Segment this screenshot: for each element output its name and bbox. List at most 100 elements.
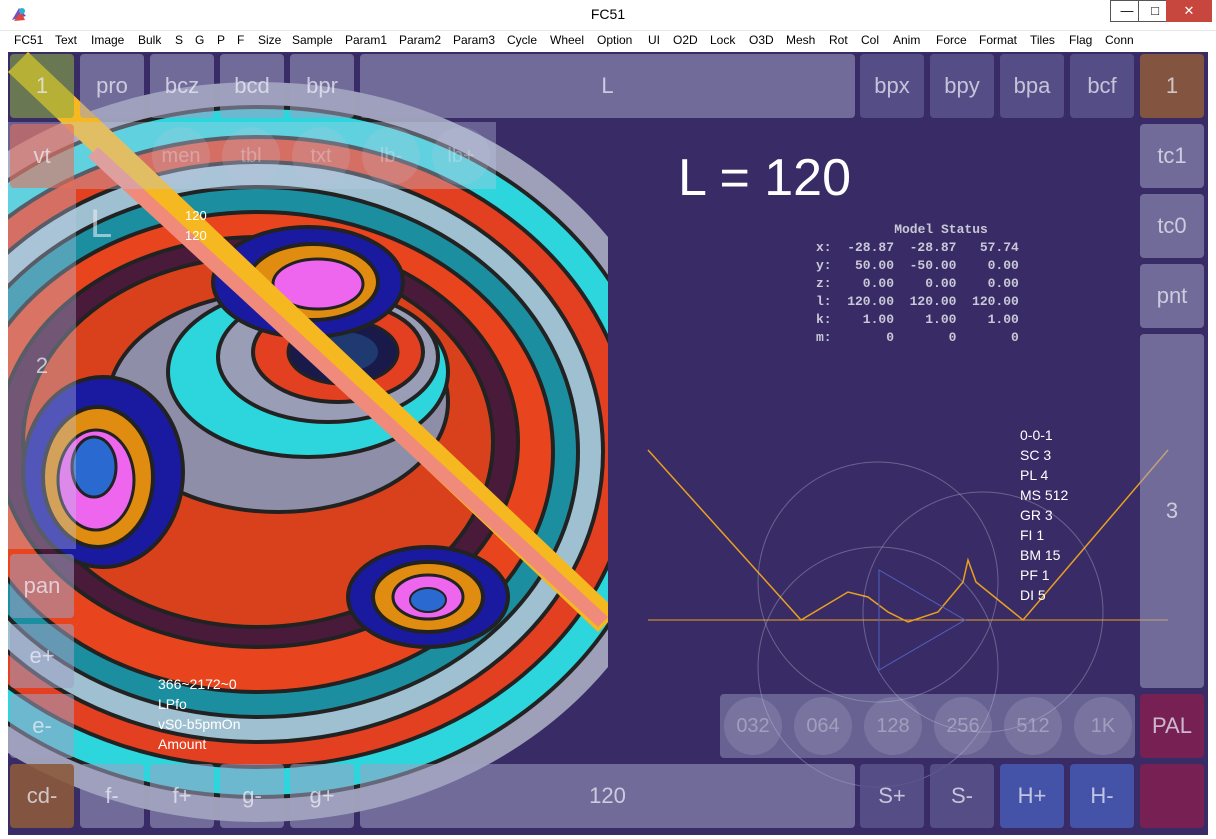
param-item: PF 1 [1020,567,1050,583]
tile-bpa[interactable]: bpa [1000,54,1064,118]
param-list: 0-0-1 SC 3 PL 4 MS 512 GR 3 FI 1 BM 15 P… [1020,427,1068,607]
close-button[interactable]: ✕ [1166,0,1212,22]
big-L-label: L [90,202,113,246]
tile-s-plus[interactable]: S+ [860,764,924,828]
param-item: MS 512 [1020,487,1069,503]
tile-pan[interactable]: pan [10,554,74,618]
menu-p[interactable]: P [217,33,225,47]
menu-image[interactable]: Image [91,33,124,47]
menu-bar: FC51 Text Image Bulk S G P F Size Sample… [0,31,1216,51]
info-lines: 366~2172~0 LPfo vS0-b5pmOn Amount [158,676,240,756]
menu-flag[interactable]: Flag [1069,33,1092,47]
menu-cycle[interactable]: Cycle [507,33,537,47]
param-item: SC 3 [1020,447,1052,463]
menu-param2[interactable]: Param2 [399,33,441,47]
menu-o2d[interactable]: O2D [673,33,698,47]
status-row-x: x: -28.87 -28.87 57.74 [816,240,1019,255]
tile-value[interactable]: 120 [360,764,855,828]
size-512[interactable]: 512 [1004,697,1062,755]
menu-conn[interactable]: Conn [1105,33,1134,47]
size-256[interactable]: 256 [934,697,992,755]
status-row-m: m: 0 0 0 [816,330,1019,345]
tile-2[interactable]: 2 [10,334,74,398]
status-row-y: y: 50.00 -50.00 0.00 [816,258,1019,273]
size-1k[interactable]: 1K [1074,697,1132,755]
menu-size[interactable]: Size [258,33,281,47]
tile-h-plus[interactable]: H+ [1000,764,1064,828]
menu-lock[interactable]: Lock [710,33,735,47]
tile-e-minus[interactable]: e- [10,694,74,758]
tile-g-minus[interactable]: g- [220,764,284,828]
tile-pro[interactable]: pro [80,54,144,118]
tile-L[interactable]: L [360,54,855,118]
size-064[interactable]: 064 [794,697,852,755]
title-bar: FC51 — □ ✕ [0,0,1216,31]
param-item: DI 5 [1020,587,1046,603]
model-status: Model Status x: -28.87 -28.87 57.74 y: 5… [816,222,1046,348]
button-txt[interactable]: txt [292,127,350,185]
menu-param1[interactable]: Param1 [345,33,387,47]
tile-tc1[interactable]: tc1 [1140,124,1204,188]
tile-e-plus[interactable]: e+ [10,624,74,688]
tile-3[interactable]: 3 [1140,334,1204,688]
tile-bpy[interactable]: bpy [930,54,994,118]
tile-s-minus[interactable]: S- [930,764,994,828]
tile-bcf[interactable]: bcf [1070,54,1134,118]
param-item: BM 15 [1020,547,1061,563]
menu-g[interactable]: G [195,33,204,47]
info-line: vS0-b5pmOn [158,716,241,732]
menu-option[interactable]: Option [597,33,632,47]
menu-force[interactable]: Force [936,33,967,47]
tile-vt[interactable]: vt [10,124,74,188]
menu-rot[interactable]: Rot [829,33,848,47]
tile-bcz[interactable]: bcz [150,54,214,118]
tile-cd-minus[interactable]: cd- [10,764,74,828]
button-tbl[interactable]: tbl [222,127,280,185]
menu-wheel[interactable]: Wheel [550,33,584,47]
size-128[interactable]: 128 [864,697,922,755]
tile-f-minus[interactable]: f- [80,764,144,828]
tile-bpx[interactable]: bpx [860,54,924,118]
small-values: 120 120 [185,208,207,248]
button-lb-plus[interactable]: lb+ [432,127,490,185]
menu-tiles[interactable]: Tiles [1030,33,1055,47]
size-panel [720,694,1135,758]
menu-format[interactable]: Format [979,33,1017,47]
menu-param3[interactable]: Param3 [453,33,495,47]
l-value-display: L = 120 [678,149,852,207]
tile-tc0[interactable]: tc0 [1140,194,1204,258]
menu-ui[interactable]: UI [648,33,660,47]
menu-s[interactable]: S [175,33,183,47]
tile-right-1[interactable]: 1 [1140,54,1204,118]
button-men[interactable]: men [152,127,210,185]
tile-bpr[interactable]: bpr [290,54,354,118]
small-value-2: 120 [185,228,207,243]
button-lb-minus[interactable]: lb- [362,127,420,185]
menu-o3d[interactable]: O3D [749,33,774,47]
tile-h-minus[interactable]: H- [1070,764,1134,828]
tile-pnt[interactable]: pnt [1140,264,1204,328]
param-item: GR 3 [1020,507,1053,523]
menu-bulk[interactable]: Bulk [138,33,161,47]
menu-anim[interactable]: Anim [893,33,920,47]
tile-cd-plus[interactable] [1140,764,1204,828]
render-canvas[interactable]: 1 pro bcz bcd bpr L bpx bpy bpa bcf 1 vt… [8,52,1208,835]
tile-pal[interactable]: PAL [1140,694,1204,758]
menu-col[interactable]: Col [861,33,879,47]
status-row-l: l: 120.00 120.00 120.00 [816,294,1019,309]
menu-sample[interactable]: Sample [292,33,333,47]
size-032[interactable]: 032 [724,697,782,755]
tile-1[interactable]: 1 [10,54,74,118]
model-status-title: Model Status [894,222,988,237]
tile-bcd[interactable]: bcd [220,54,284,118]
menu-fc51[interactable]: FC51 [14,33,43,47]
info-line: 366~2172~0 [158,676,237,692]
status-row-k: k: 1.00 1.00 1.00 [816,312,1019,327]
tile-g-plus[interactable]: g+ [290,764,354,828]
param-item: PL 4 [1020,467,1049,483]
tile-f-plus[interactable]: f+ [150,764,214,828]
info-line: LPfo [158,696,187,712]
menu-mesh[interactable]: Mesh [786,33,815,47]
menu-text[interactable]: Text [55,33,77,47]
menu-f[interactable]: F [237,33,244,47]
